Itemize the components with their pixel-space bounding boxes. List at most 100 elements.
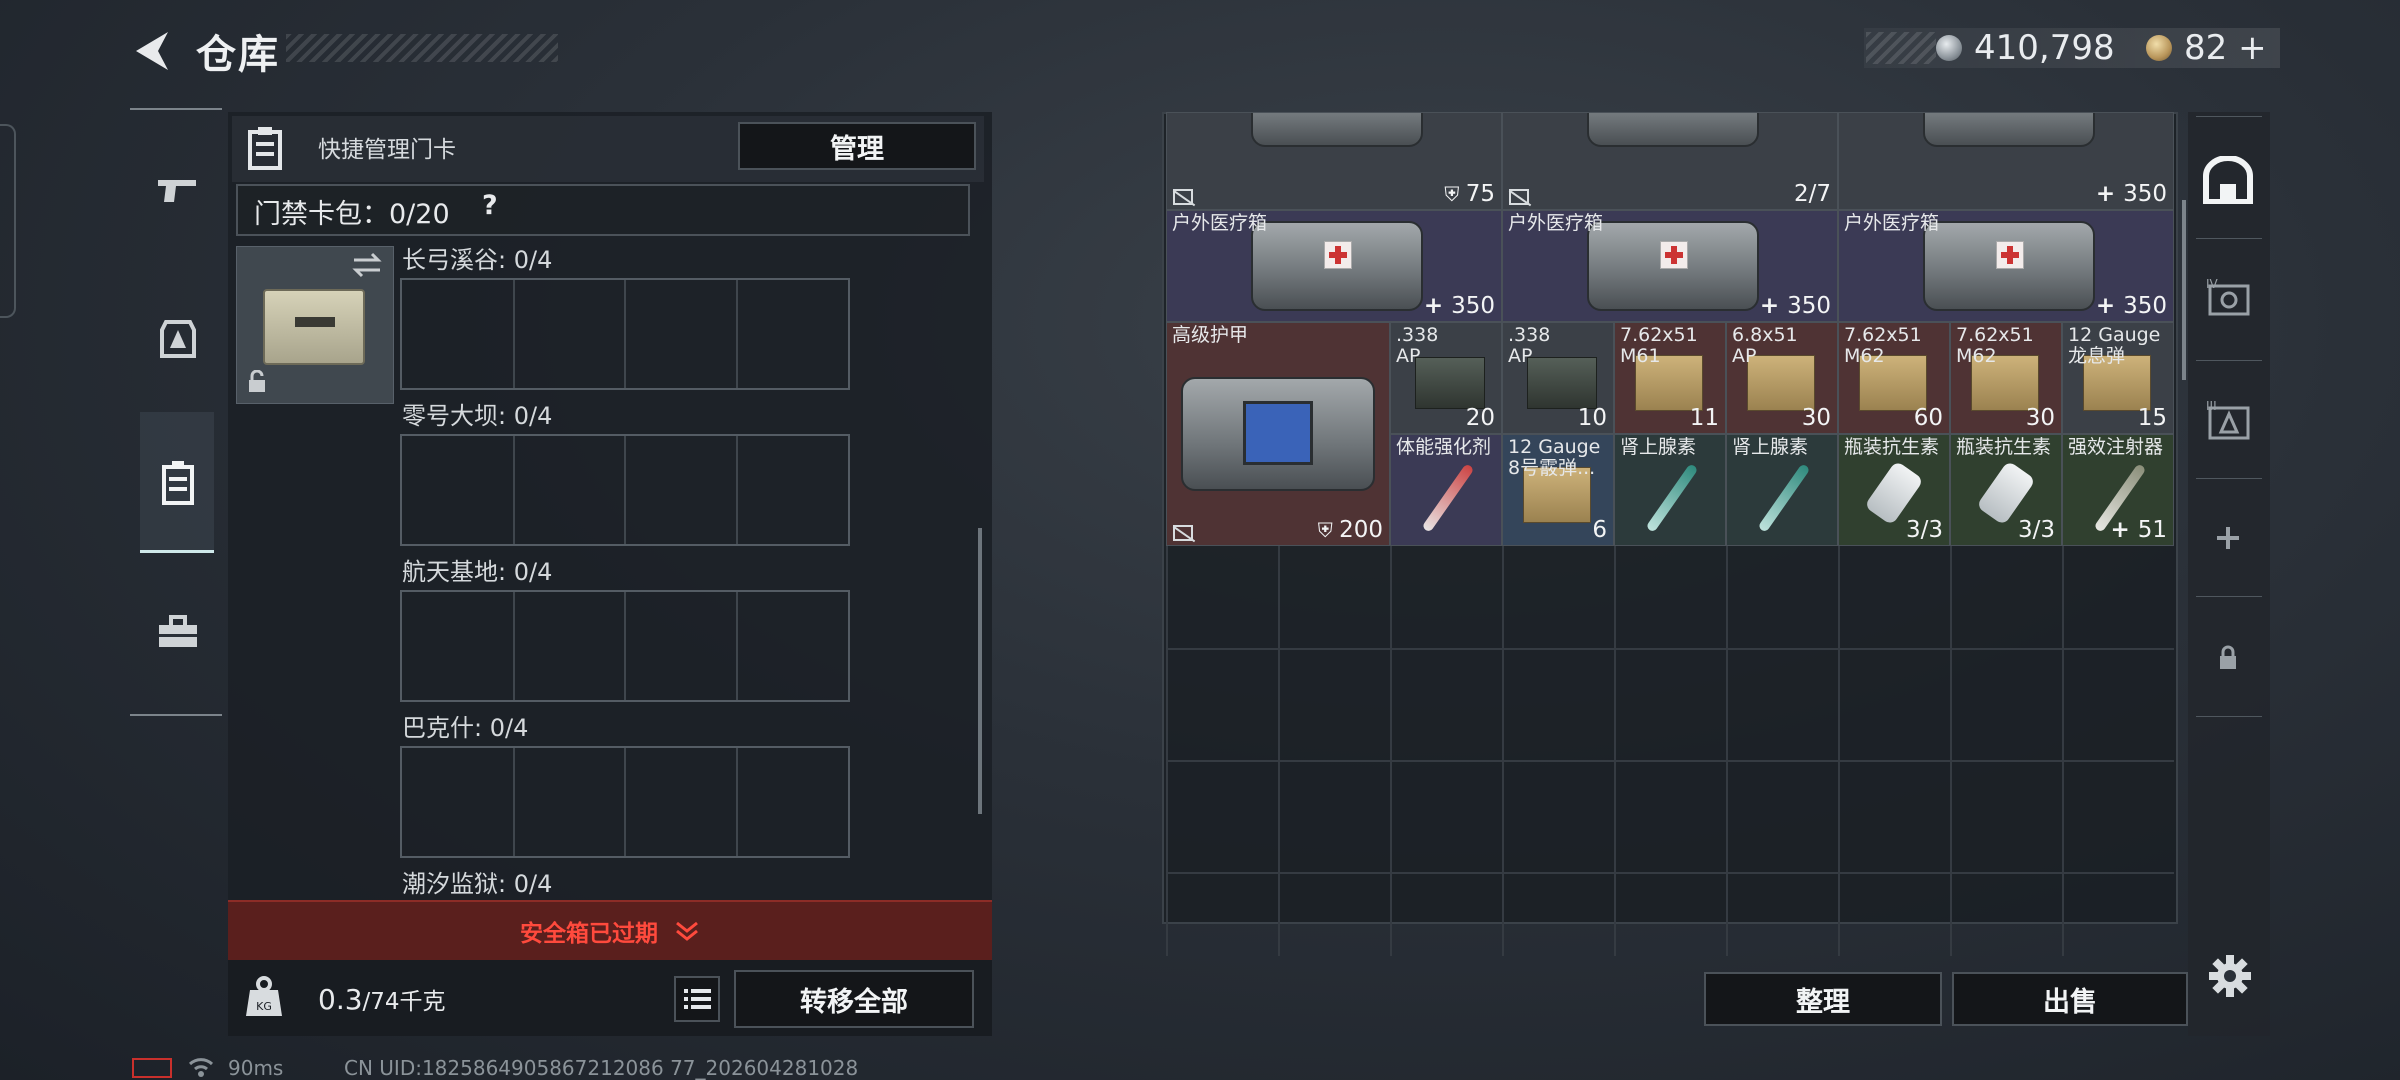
svg-text:IV: IV [2206,277,2219,291]
medical-bag-image [1251,113,1423,147]
stash-item-count-value: 350 [1451,293,1495,319]
transfer-all-button[interactable]: 转移全部 [734,970,974,1028]
page-title: 仓库 [196,32,280,78]
stash-item[interactable]: 户外医疗箱 + 350 [1166,210,1502,322]
stash-item-count: 60 [1914,405,1943,431]
sell-button[interactable]: 出售 [1952,972,2188,1026]
stash-item[interactable]: 2/7 [1502,112,1838,210]
keycard-slots-zero-dam[interactable] [400,434,850,546]
stash-item[interactable]: .338 AP 20 [1390,322,1502,434]
card-tab-icon[interactable] [150,454,206,510]
tab-divider [2196,116,2262,117]
stash-item[interactable]: + 350 [1838,112,2174,210]
stash-empty-grid[interactable] [1166,536,2174,956]
keycard-slots-bakhsh[interactable] [400,746,850,858]
stash-item-count-value: 30 [2025,405,2055,431]
medical-cross-icon [1323,241,1352,269]
toolbox-tab-icon[interactable] [150,604,206,660]
stash-item[interactable]: 肾上腺素 [1614,434,1726,546]
gear-tab-icon[interactable] [150,310,206,366]
stash-item[interactable]: .338 AP 10 [1502,322,1614,434]
silver-amount: 410,798 [1974,28,2115,68]
stash-item-name: 12 Gauge 8号霰弹... [1508,436,1601,479]
stash-item[interactable]: ⛨ 75 [1166,112,1502,210]
side-drawer-handle[interactable] [0,124,16,318]
stash-item[interactable]: 12 Gauge 8号霰弹... 6 [1502,434,1614,546]
stash-item[interactable]: 肾上腺素 [1726,434,1838,546]
warehouse-tab-icon[interactable] [2200,152,2256,208]
stash-item-count: 3/3 [2018,517,2055,543]
locked-tab-icon[interactable] [2200,630,2256,686]
stash-item-count-value: 60 [1913,405,1943,431]
medical-cross-icon [1995,241,2024,269]
heal-plus-icon: + [2110,517,2138,543]
stash-item[interactable]: 12 Gauge 龙息弹 15 [2062,322,2174,434]
token-count: 82 [2184,28,2228,68]
tab-divider [2196,478,2262,479]
stash-item-count: + 350 [1760,293,1831,319]
weapon-tab-icon[interactable] [150,162,206,218]
list-view-button[interactable] [674,976,720,1022]
medical-bag-image [1923,113,2095,147]
stash-item-count-value: 3/3 [2017,517,2055,543]
keycard-panel-scrollbar[interactable] [978,528,982,814]
syringe-image [1421,463,1475,533]
stash-item-count: ⛨ 75 [1444,181,1495,207]
stash-item[interactable]: 强效注射器 + 51 [2062,434,2174,546]
stash-item-count: 15 [2138,405,2167,431]
ping-readout: 90ms [228,1056,284,1080]
svg-text:III: III [2206,399,2217,413]
back-arrow-icon[interactable] [128,26,178,76]
map-label-space-base: 航天基地: 0/4 [402,558,553,586]
no-insure-icon [1172,189,1196,207]
stash-item[interactable]: 7.62x51 M61 11 [1614,322,1726,434]
stash-item[interactable]: 6.8x51 AP 30 [1726,322,1838,434]
tab-divider [2196,596,2262,597]
stash-item-name: .338 AP [1396,324,1439,367]
level-iii-case-icon[interactable]: III [2200,392,2256,448]
stash-item[interactable]: 瓶装抗生素 3/3 [1838,434,1950,546]
stash-item-name: 户外医疗箱 [1508,212,1604,234]
medical-bag-image [1251,221,1423,311]
medical-bag-image [1587,221,1759,311]
weight-icon: KG [246,976,282,1016]
stash-item[interactable]: 7.62x51 M62 60 [1838,322,1950,434]
stash-item[interactable]: 户外医疗箱 + 350 [1838,210,2174,322]
stash-item[interactable]: 户外医疗箱 + 350 [1502,210,1838,322]
weight-readout: 0.3/74千克 [318,982,446,1016]
armor-panel-detail [1243,401,1313,465]
settings-gear-icon[interactable] [2206,952,2254,1000]
heal-plus-icon: + [1759,293,1788,319]
weight-current: 0.3 [318,983,363,1016]
stash-item-count: + 350 [2096,181,2167,207]
map-label-zero-dam: 零号大坝: 0/4 [402,402,553,430]
safe-box-expired-banner[interactable]: 安全箱已过期 [228,900,992,960]
stash-item-count: + 51 [2110,517,2167,543]
stash-item-count-value: 75 [1465,181,1495,207]
stash-scrollbar[interactable] [2182,200,2186,380]
token-add-icon[interactable]: + [2238,28,2267,68]
stash-item-count: 11 [1690,405,1719,431]
add-stash-tab-icon[interactable] [2200,510,2256,566]
keycard-slots-space-base[interactable] [400,590,850,702]
swap-icon[interactable] [350,250,384,280]
syringe-image [1645,463,1699,533]
stash-item-count: + 350 [1424,293,1495,319]
stash-item[interactable]: 高级护甲 ⛨ 200 [1166,322,1390,546]
stash-tabs-sidebar [2188,112,2270,1036]
stash-item[interactable]: 瓶装抗生素 3/3 [1950,434,2062,546]
keycard-slots-longbow-valley[interactable] [400,278,850,390]
stash-item-count-value: 6 [1592,517,1607,543]
tab-divider [2196,716,2262,717]
manage-button[interactable]: 管理 [738,122,976,170]
sort-button[interactable]: 整理 [1704,972,1942,1026]
help-icon[interactable]: ? [482,190,498,221]
expired-text: 安全箱已过期 [520,921,658,947]
antibiotic-bottle-image [1976,460,2036,526]
stash-item[interactable]: 7.62x51 M62 30 [1950,322,2062,434]
stash-item[interactable]: 体能强化剂 [1390,434,1502,546]
stash-item-name: 12 Gauge 龙息弹 [2068,324,2161,367]
level-iv-case-icon[interactable]: IV [2200,270,2256,326]
uid-readout: CN UID:1825864905867212086 77_2026042810… [344,1056,859,1080]
token-amount[interactable]: 82 + [2184,28,2267,68]
